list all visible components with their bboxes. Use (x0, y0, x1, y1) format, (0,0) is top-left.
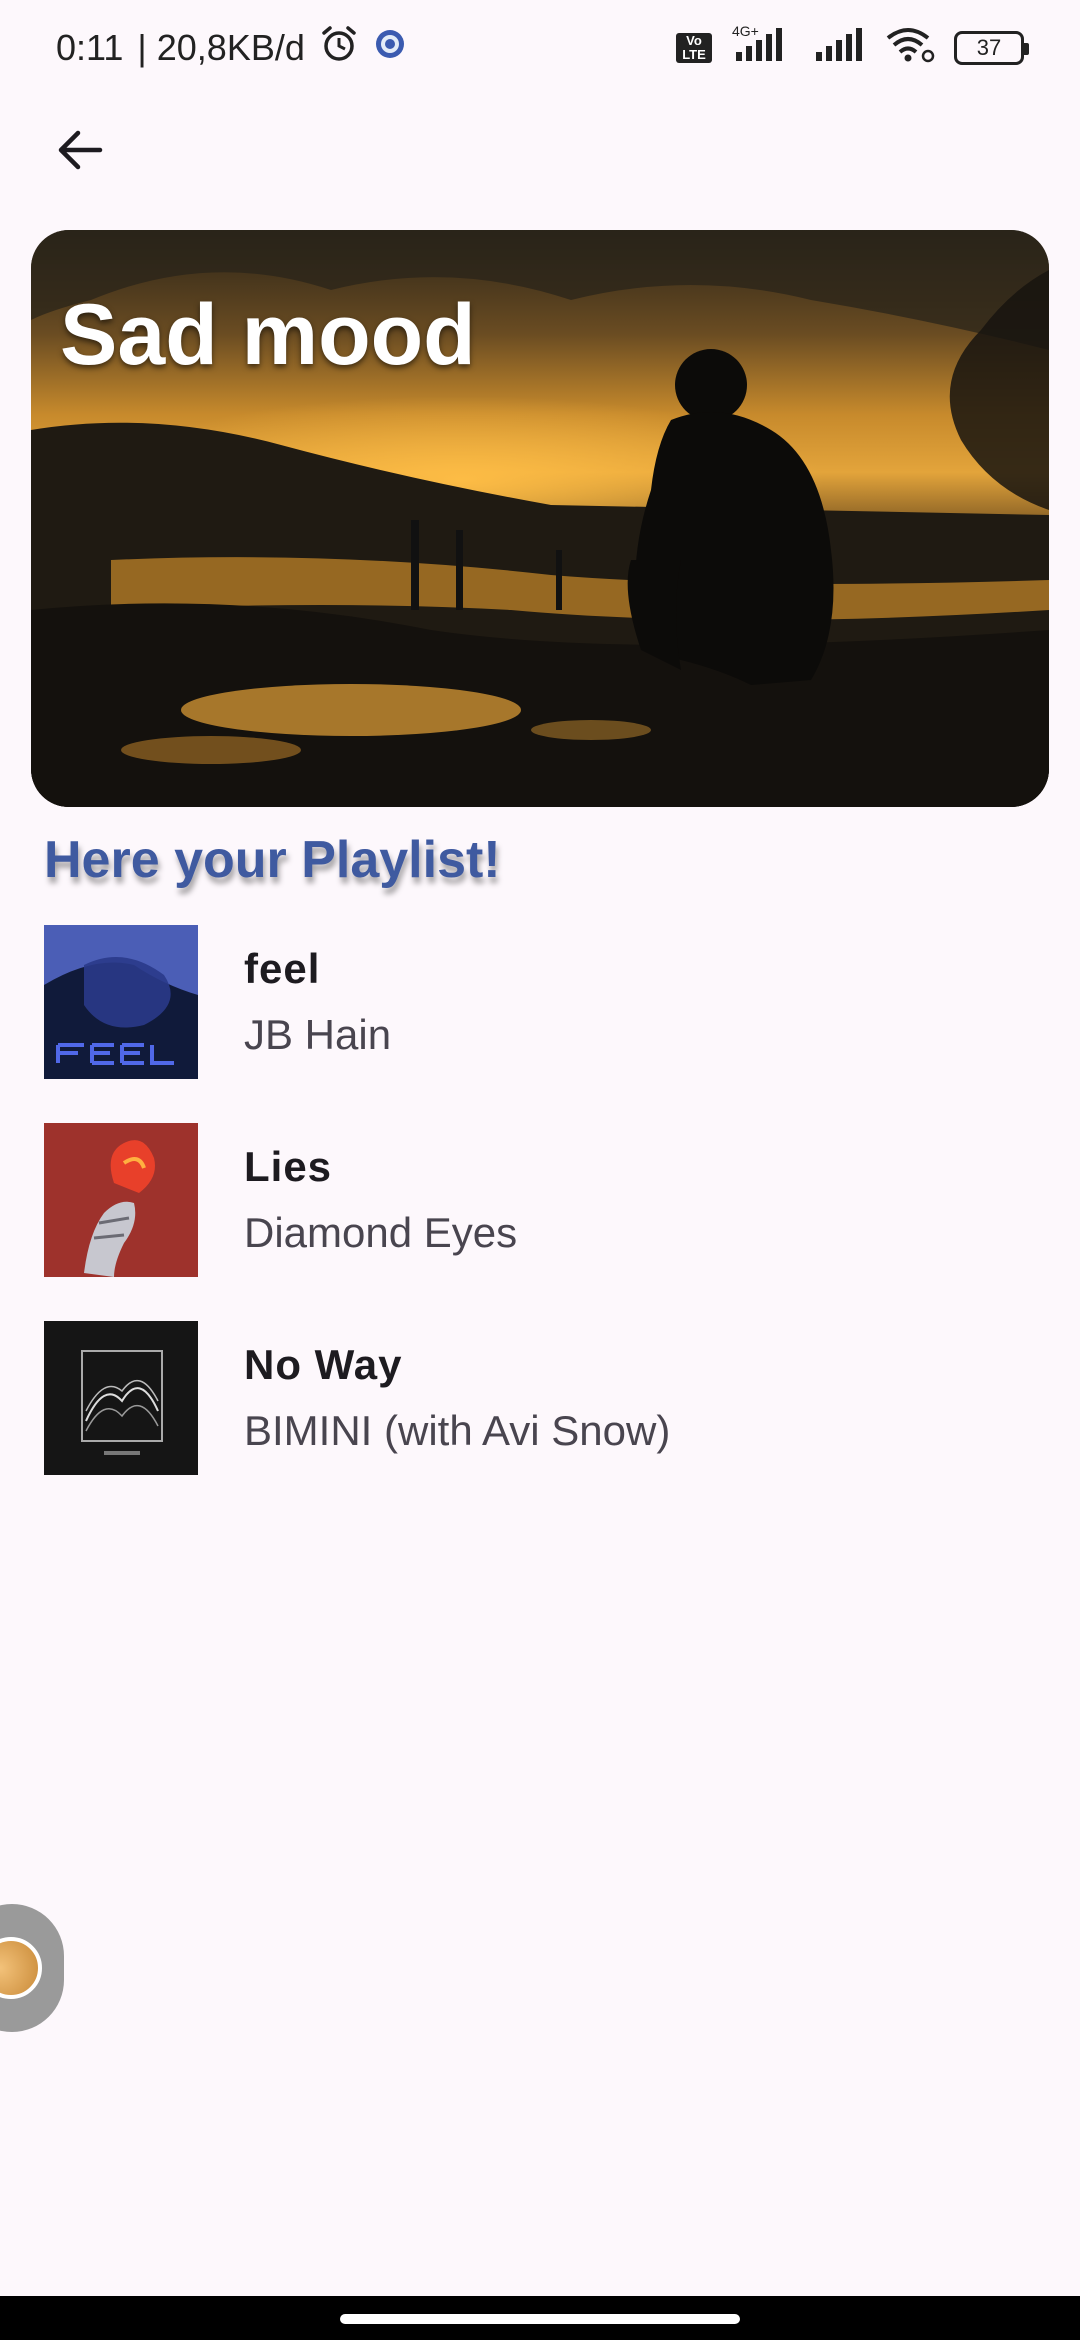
status-bar: 0:11 | 20,8KB/d Vo LTE 4G+ 37 (0, 0, 1080, 96)
alarm-icon (319, 24, 359, 73)
status-left: 0:11 | 20,8KB/d (56, 24, 407, 73)
status-right: Vo LTE 4G+ 37 (676, 23, 1029, 73)
volte-icon: Vo LTE (676, 33, 712, 63)
album-cover (44, 1321, 198, 1475)
track-text: No Way BIMINI (with Avi Snow) (244, 1341, 670, 1455)
screen: 0:11 | 20,8KB/d Vo LTE 4G+ 37 Sad mood H… (0, 0, 1080, 2340)
track-title: feel (244, 945, 321, 992)
album-cover (44, 925, 198, 1079)
track-artist: BIMINI (with Avi Snow) (244, 1407, 671, 1454)
signal-icon: 4G+ (730, 23, 796, 73)
track-item[interactable]: No Way BIMINI (with Avi Snow) (44, 1321, 1044, 1475)
arrow-left-icon (54, 124, 106, 181)
track-text: feel JB Hain (244, 945, 391, 1059)
status-net-speed: | 20,8KB/d (137, 27, 305, 68)
home-gesture-bar[interactable] (340, 2314, 740, 2324)
network-type-label: 4G+ (732, 24, 759, 39)
assistant-icon (0, 1937, 42, 1999)
playlist: feel JB Hain Lies Diamond Eyes No Way BI… (44, 925, 1044, 1519)
track-item[interactable]: Lies Diamond Eyes (44, 1123, 1044, 1277)
back-button[interactable] (40, 112, 120, 192)
wifi-icon (884, 24, 936, 73)
track-artist: JB Hain (244, 1011, 392, 1058)
vpn-icon (373, 27, 407, 70)
playlist-title: Sad mood (60, 287, 476, 383)
track-artist: Diamond Eyes (244, 1209, 518, 1256)
status-time: 0:11 (56, 27, 124, 68)
track-title: Lies (244, 1143, 333, 1190)
hero-image: Sad mood (31, 230, 1049, 807)
track-title: No Way (244, 1341, 403, 1388)
battery-icon: 37 (954, 31, 1029, 65)
track-item[interactable]: feel JB Hain (44, 925, 1044, 1079)
album-cover (44, 1123, 198, 1277)
section-title: Here your Playlist! (44, 831, 501, 889)
floating-assistant-button[interactable] (0, 1904, 64, 2032)
track-text: Lies Diamond Eyes (244, 1143, 517, 1257)
signal-icon (814, 24, 866, 73)
